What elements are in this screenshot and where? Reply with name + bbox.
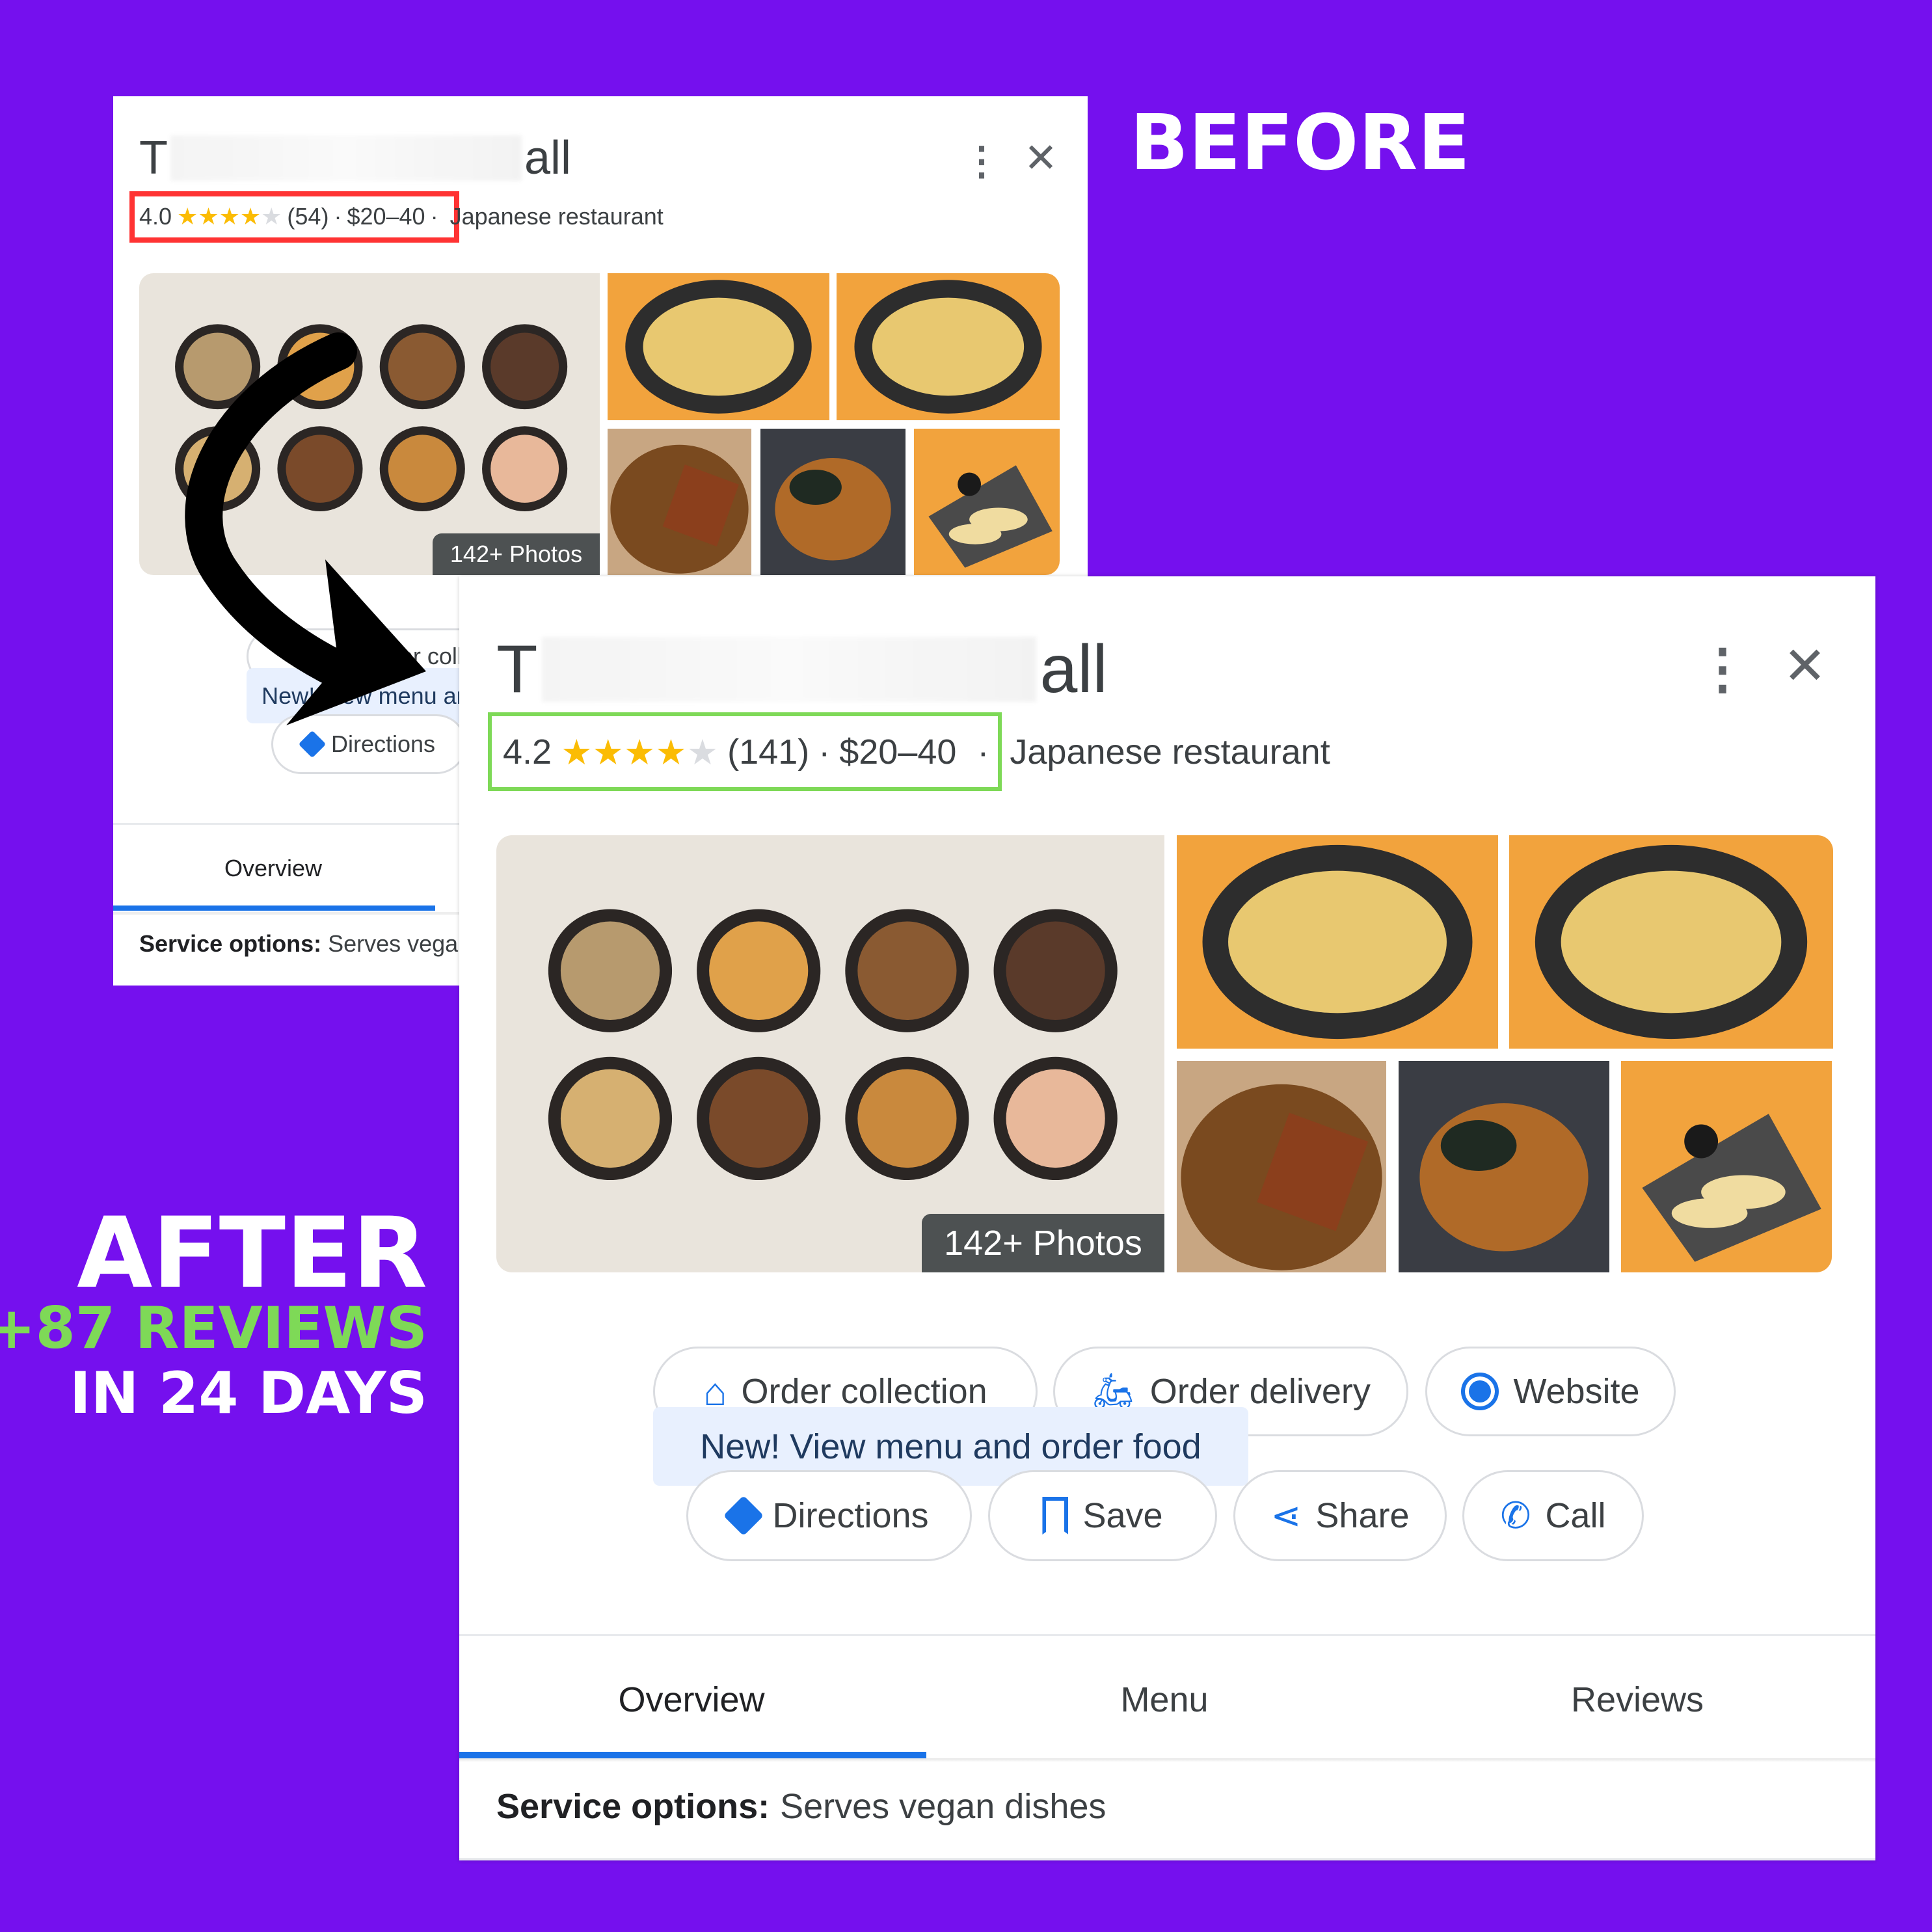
service-options: Service options: Serves vegan dishes	[496, 1786, 1106, 1827]
photo[interactable]	[1177, 1061, 1386, 1272]
tab-overview[interactable]: Overview	[618, 1680, 764, 1720]
photos-count-badge[interactable]: 142+ Photos	[922, 1214, 1164, 1272]
review-count[interactable]: (141)	[727, 732, 809, 772]
button-label: Save	[1082, 1496, 1163, 1535]
star-icon: ★★★★	[561, 732, 687, 772]
tab-menu[interactable]: Menu	[1120, 1680, 1208, 1720]
share-button[interactable]: ⋖ Share	[1233, 1470, 1447, 1561]
button-label: Order delivery	[1149, 1372, 1371, 1411]
service-value: Serves vegan dishes	[780, 1787, 1107, 1826]
photo-main[interactable]	[496, 835, 1164, 1272]
globe-icon	[1461, 1373, 1499, 1410]
after-place-card: T all ⋮ ✕ 4.2 ★★★★★ (141) · $20–40 · Jap…	[459, 576, 1875, 1860]
star-empty-icon: ★	[686, 732, 719, 772]
button-label: Website	[1513, 1372, 1640, 1411]
title-start: T	[496, 631, 538, 707]
phone-icon: ✆	[1500, 1495, 1531, 1536]
photo[interactable]	[1177, 835, 1498, 1049]
price-range: $20–40	[839, 732, 957, 771]
website-button[interactable]: Website	[1425, 1347, 1676, 1436]
place-title: T all	[496, 631, 1108, 707]
active-tab-indicator	[459, 1752, 926, 1758]
save-button[interactable]: Save	[988, 1470, 1217, 1561]
category[interactable]: Japanese restaurant	[1010, 732, 1330, 772]
button-label: Call	[1545, 1496, 1606, 1535]
rating-row: 4.2 ★★★★★ (141) · $20–40 · Japanese rest…	[503, 730, 1330, 774]
share-icon: ⋖	[1270, 1495, 1302, 1536]
bookmark-icon	[1042, 1497, 1069, 1535]
button-label: Share	[1315, 1496, 1410, 1535]
button-label: Directions	[772, 1496, 929, 1535]
separator: ·	[977, 732, 989, 771]
close-icon[interactable]: ✕	[1783, 640, 1827, 692]
photo[interactable]	[1399, 1061, 1609, 1272]
divider	[459, 1634, 1875, 1636]
service-label: Service options:	[496, 1787, 770, 1826]
photo[interactable]	[1509, 835, 1833, 1049]
photo[interactable]	[1621, 1061, 1832, 1272]
redacted-name	[541, 637, 1036, 702]
more-options-icon[interactable]: ⋮	[1695, 641, 1750, 696]
directions-icon	[723, 1495, 764, 1536]
divider	[459, 1858, 1875, 1860]
divider	[459, 1758, 1875, 1762]
scooter-icon: 🛵︎	[1091, 1371, 1136, 1411]
separator: ·	[818, 732, 831, 771]
directions-button[interactable]: Directions	[686, 1470, 972, 1561]
rating-value: 4.2	[503, 732, 552, 771]
tab-reviews[interactable]: Reviews	[1571, 1680, 1704, 1720]
title-end: all	[1040, 631, 1108, 707]
button-label: Order collection	[741, 1372, 987, 1411]
call-button[interactable]: ✆ Call	[1462, 1470, 1644, 1561]
star-rating: ★★★★★	[561, 732, 718, 773]
